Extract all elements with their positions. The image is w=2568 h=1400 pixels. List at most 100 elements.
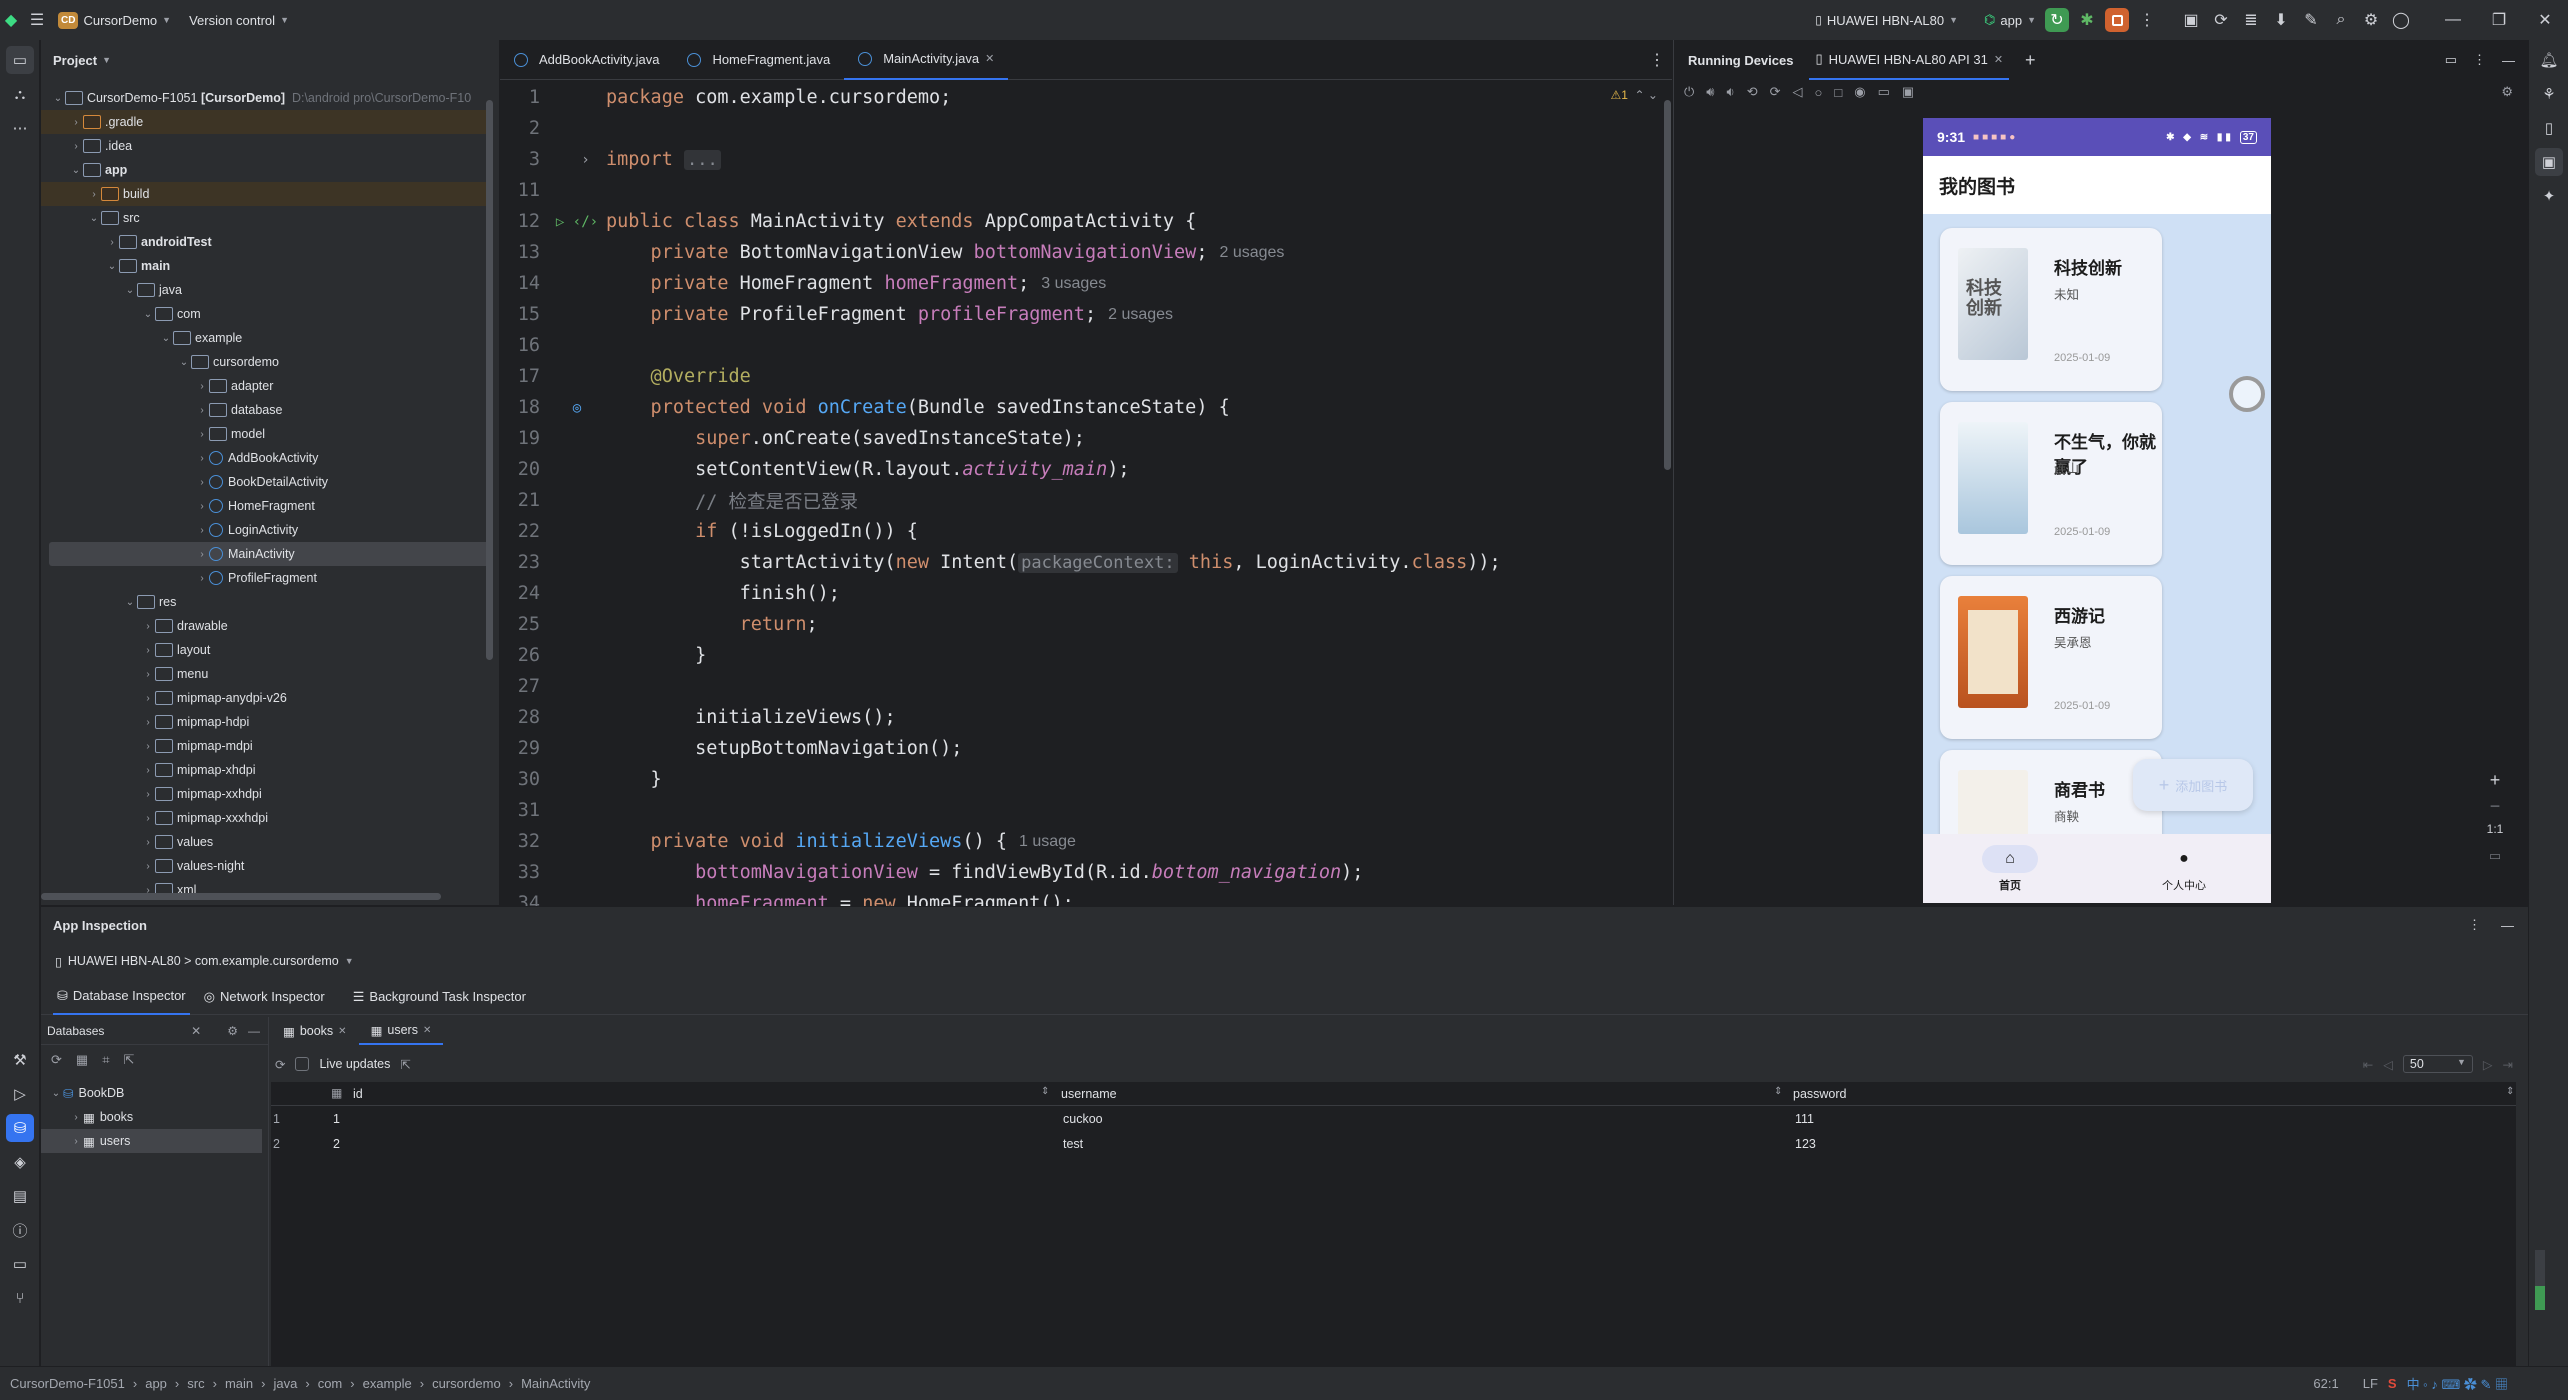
minimize-icon[interactable]: — — [2430, 5, 2476, 35]
run-icon[interactable]: ▷ — [6, 1080, 34, 1108]
tree-item[interactable]: › menu — [41, 662, 491, 686]
device-explorer-icon[interactable]: ▯ — [2535, 114, 2563, 142]
chevron-right-icon[interactable]: › — [195, 501, 209, 512]
code-line[interactable]: 19 super .onCreate(savedInstanceState); — [500, 423, 1501, 454]
cell-id[interactable]: 1 — [333, 1112, 340, 1126]
chevron-right-icon[interactable]: › — [141, 621, 155, 632]
chevron-down-icon[interactable]: ⌄ — [159, 333, 173, 344]
chevron-right-icon[interactable]: › — [141, 765, 155, 776]
run-gutter-icon[interactable]: ▷ ‹/› — [548, 214, 606, 230]
tree-scrollbar[interactable] — [486, 100, 493, 660]
code-line[interactable]: 32 private void initializeViews() {1 usa… — [500, 826, 1501, 857]
chevron-right-icon[interactable]: › — [195, 477, 209, 488]
tree-item[interactable]: ⌄ app — [41, 158, 491, 182]
export-icon[interactable]: ⇱ — [124, 1052, 135, 1068]
caret-position[interactable]: 62:1 — [2313, 1376, 2362, 1391]
table-row[interactable]: 2 2 test 123 — [271, 1133, 2516, 1157]
tab-network-inspector[interactable]: ◎ Network Inspector — [190, 979, 339, 1015]
chevron-right-icon[interactable]: › — [195, 453, 209, 464]
chevron-right-icon[interactable]: › — [69, 141, 83, 152]
code-line[interactable]: 16 — [500, 330, 1501, 361]
tree-item[interactable]: ⌄ res — [41, 590, 491, 614]
volume-down-icon[interactable]: 🔉︎ — [1727, 84, 1735, 100]
refresh-icon[interactable]: ⟳ — [275, 1057, 285, 1072]
code-line[interactable]: 27 — [500, 671, 1501, 702]
rerun-icon[interactable]: ↻ — [2042, 5, 2072, 35]
tree-item[interactable]: › adapter — [41, 374, 491, 398]
breadcrumb-item[interactable]: CursorDemo-F1051 — [10, 1376, 125, 1391]
users-table-grid[interactable]: ▦ id ⇕ username ⇕ password ⇕ 1 1 cuckoo … — [271, 1082, 2516, 1366]
code-line[interactable]: 33 bottomNavigationView = findViewById(R… — [500, 857, 1501, 888]
chevron-right-icon[interactable]: › — [141, 861, 155, 872]
close-tab-icon[interactable]: ✕ — [985, 52, 994, 65]
tree-item[interactable]: › mipmap-anydpi-v26 — [41, 686, 491, 710]
code-line[interactable]: 14 private HomeFragment homeFragment; 3 u… — [500, 268, 1501, 299]
git-icon[interactable]: ⑂ — [6, 1284, 34, 1312]
more-tools-icon[interactable]: ⋯ — [6, 114, 34, 142]
db-tree-users[interactable]: › ▦ users — [41, 1129, 262, 1153]
select-all-icon[interactable]: ▦ — [331, 1086, 342, 1100]
code-line[interactable]: 22 if (!isLoggedIn()) { — [500, 516, 1501, 547]
breadcrumb-item[interactable]: MainActivity — [521, 1376, 590, 1391]
column-header-username[interactable]: username — [1061, 1087, 1117, 1101]
tree-item[interactable]: ⌄ com — [41, 302, 491, 326]
project-switcher[interactable]: CD CursorDemo ▼ — [52, 6, 177, 34]
code-line[interactable]: 23 startActivity(new Intent(packageConte… — [500, 547, 1501, 578]
open-external-icon[interactable]: ⇱ — [400, 1057, 410, 1072]
tab-homefragment[interactable]: HomeFragment.java — [673, 40, 844, 80]
page-size-select[interactable]: 50 ▼ — [2402, 1055, 2473, 1073]
breadcrumb-item[interactable]: app — [145, 1376, 167, 1391]
tree-item[interactable]: ⌄ example — [41, 326, 491, 350]
chevron-right-icon[interactable]: › — [141, 717, 155, 728]
tree-item[interactable]: › build — [41, 182, 491, 206]
chevron-right-icon[interactable]: › — [195, 525, 209, 536]
tree-item[interactable]: › LoginActivity — [41, 518, 491, 542]
code-line[interactable]: 3 › import ... — [500, 144, 1501, 175]
chevron-down-icon[interactable]: ⌄ — [123, 597, 137, 608]
tree-item[interactable]: › MainActivity — [49, 542, 491, 566]
tab-mainactivity[interactable]: MainActivity.java ✕ — [844, 40, 1009, 80]
tree-item[interactable]: › .gradle — [41, 110, 491, 134]
override-gutter-icon[interactable]: ◎ — [548, 400, 606, 416]
tree-item[interactable]: › mipmap-mdpi — [41, 734, 491, 758]
chevron-right-icon[interactable]: › — [105, 237, 119, 248]
vcs-menu[interactable]: Version control ▼ — [183, 6, 295, 34]
breadcrumb-item[interactable]: cursordemo — [432, 1376, 501, 1391]
nav-home[interactable]: ⌂ 首页 — [1923, 834, 2097, 903]
mirror-icon[interactable]: ▣ — [1902, 84, 1914, 100]
tree-item[interactable]: ⌄ src — [41, 206, 491, 230]
problems-icon[interactable]: ⓘ — [6, 1216, 34, 1244]
chevron-down-icon[interactable]: ⌄ — [123, 285, 137, 296]
code-line[interactable]: 30 } — [500, 764, 1501, 795]
chevron-right-icon[interactable]: › — [195, 573, 209, 584]
settings-gear-icon[interactable]: ⚙ — [227, 1024, 248, 1038]
hide-panel-icon[interactable]: — — [2501, 918, 2528, 933]
book-card[interactable]: 不生气，你就赢了 连山 2025-01-09 — [1940, 402, 2162, 565]
search-icon[interactable]: ⌕ — [2326, 5, 2356, 35]
project-panel-header[interactable]: Project ▼ — [41, 40, 499, 80]
process-selector[interactable]: ▯ HUAWEI HBN-AL80 > com.example.cursorde… — [41, 943, 2528, 979]
table-icon[interactable]: ▦ — [76, 1052, 88, 1068]
book-list[interactable]: 科技 创新 科技创新 未知 2025-01-09 不生气，你就赢了 连山 2025… — [1923, 214, 2271, 834]
tree-item[interactable]: › mipmap-xhdpi — [41, 758, 491, 782]
table-row[interactable]: 1 1 cuckoo 111 — [271, 1108, 2516, 1132]
chevron-down-icon[interactable]: ⌄ — [177, 357, 191, 368]
tree-item[interactable]: ⌄ cursordemo — [41, 350, 491, 374]
code-line[interactable]: 2 — [500, 113, 1501, 144]
code-line[interactable]: 20 setContentView(R.layout. activity_main… — [500, 454, 1501, 485]
code-line[interactable]: 1 package com.example.cursordemo; — [500, 82, 1501, 113]
db-tree-books[interactable]: › ▦ books — [41, 1105, 268, 1129]
chevron-right-icon[interactable]: › — [141, 789, 155, 800]
screenshot-icon[interactable]: ◉ — [1854, 84, 1865, 100]
collapse-icon[interactable]: — — [248, 1024, 268, 1038]
tree-item[interactable]: › values — [41, 830, 491, 854]
inspection-widget[interactable]: ⚠1 ⌃ ⌄ — [1610, 88, 1658, 102]
chevron-right-icon[interactable]: › — [141, 693, 155, 704]
close-icon[interactable]: ✕ — [191, 1024, 227, 1038]
settings-gear-icon[interactable]: ⚙ — [2356, 5, 2386, 35]
sdk-manager-icon[interactable]: ⬇ — [2266, 5, 2296, 35]
db-tree-bookdb[interactable]: ⌄ ⛁ BookDB — [41, 1081, 268, 1105]
run-config-selector[interactable]: ⌬ app ▼ — [1978, 6, 2042, 34]
tree-item[interactable]: ⌄ main — [41, 254, 491, 278]
zoom-fit-icon[interactable]: ▭ — [2480, 848, 2510, 874]
